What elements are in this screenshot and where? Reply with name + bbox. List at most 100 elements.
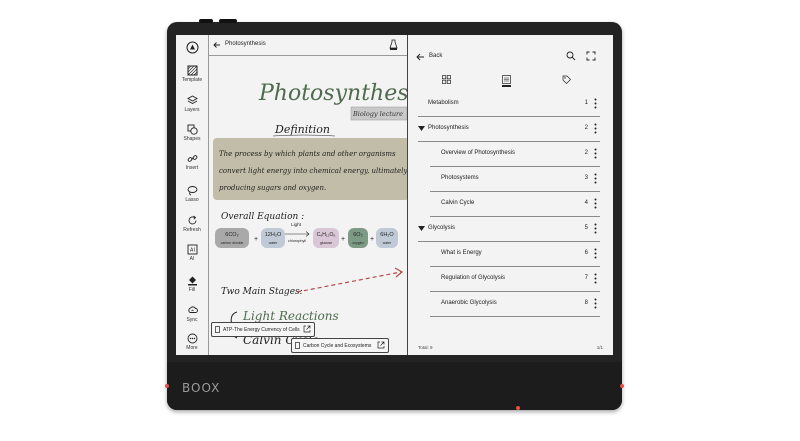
tool-label: Template (181, 77, 203, 83)
toc-item[interactable]: Calvin Cycle 4 (430, 192, 600, 217)
eq-sub: glucose (320, 241, 332, 245)
external-link-icon (303, 325, 311, 333)
brand-logo: BOOX (182, 381, 221, 395)
expand-triangle-icon[interactable] (418, 226, 425, 231)
toc-item-label: Metabolism (428, 100, 459, 106)
pen-tool-icon[interactable] (389, 39, 398, 51)
eq-sub: carbon dioxide (221, 241, 244, 245)
tool-layers[interactable]: Layers (176, 95, 208, 113)
toc-item-label: Calvin Cycle (441, 200, 475, 206)
more-vertical-icon[interactable] (594, 248, 597, 259)
lasso-icon (187, 186, 197, 196)
more-vertical-icon[interactable] (594, 173, 597, 184)
tool-lasso[interactable]: Lasso (176, 185, 208, 203)
eq-item: 12H₂O (265, 232, 282, 238)
eq-blob-h2o (261, 228, 285, 248)
eq-sub: water (269, 241, 278, 245)
back-arrow-icon[interactable] (213, 41, 221, 49)
toc-item[interactable]: Photosynthesis 2 (418, 117, 600, 142)
tool-label: Insert (185, 165, 199, 171)
eq-blob-glucose (313, 228, 339, 248)
indicator-light (620, 384, 624, 388)
tool-shapes[interactable]: Shapes (176, 124, 208, 142)
more-vertical-icon[interactable] (594, 148, 597, 159)
device-chin: BOOX (167, 362, 622, 410)
screen: Template Layers Shapes Insert Lasso Refr… (176, 35, 613, 355)
hw-stages-label: Two Main Stages: (221, 287, 303, 297)
eq-item: 6O₂ (353, 232, 362, 238)
tool-template[interactable]: Template (176, 65, 208, 83)
toc-item[interactable]: Metabolism 1 (418, 92, 600, 117)
handwriting-canvas[interactable]: Photosynthesis Biology lecture Definitio… (209, 56, 407, 355)
link-card[interactable]: Carbon Cycle and Ecosystems (291, 338, 389, 353)
toc-item-page: 8 (584, 300, 588, 306)
toc-item[interactable]: Overview of Photosynthesis 2 (430, 142, 600, 167)
toc-item[interactable]: What is Energy 6 (430, 242, 600, 267)
eq-sub: oxygen (352, 241, 363, 245)
tool-fill[interactable]: Fill (176, 275, 208, 293)
toc-item[interactable]: Photosystems 3 (430, 167, 600, 192)
volume-button[interactable] (219, 19, 237, 23)
tag-view-icon[interactable] (562, 75, 571, 84)
tool-label: Shapes (183, 136, 201, 142)
more-vertical-icon[interactable] (594, 198, 597, 209)
fullscreen-icon[interactable] (586, 51, 596, 61)
more-vertical-icon[interactable] (594, 273, 597, 284)
hw-heading: Photosynthesis (258, 81, 407, 106)
more-vertical-icon[interactable] (594, 98, 597, 109)
active-tab-indicator (502, 85, 511, 87)
shapes-icon (187, 124, 198, 135)
more-vertical-icon[interactable] (594, 223, 597, 234)
tool-ai[interactable]: AI AI (176, 244, 208, 262)
tool-sync[interactable]: Sync (176, 305, 208, 323)
toc-item-page: 5 (584, 225, 588, 231)
tool-refresh[interactable]: Refresh (176, 215, 208, 233)
fill-icon (187, 276, 197, 286)
eq-item: 6CO₂ (225, 232, 238, 238)
note-title: Photosynthesis (225, 41, 266, 47)
note-page[interactable]: Photosynthesis Photosynthesis Biology le… (209, 35, 407, 355)
more-vertical-icon[interactable] (594, 298, 597, 309)
ai-icon: AI (187, 244, 197, 255)
eq-arrow (285, 231, 310, 237)
sync-icon (187, 306, 198, 313)
app-logo-icon (186, 41, 198, 54)
document-icon (295, 342, 300, 349)
svg-text:AI: AI (190, 248, 195, 254)
tool-more[interactable]: More (176, 333, 208, 351)
app-logo-button[interactable] (176, 41, 208, 54)
expand-triangle-icon[interactable] (418, 126, 425, 131)
toc-item[interactable]: Glycolysis 5 (418, 217, 600, 242)
eq-blob-o2 (348, 228, 368, 248)
list-view-icon[interactable] (502, 75, 511, 84)
grid-view-icon[interactable] (442, 75, 451, 84)
external-link-icon (377, 341, 385, 349)
more-icon (187, 333, 197, 344)
power-button[interactable] (199, 19, 213, 23)
toc-pane: Back Metabolism 1 Photosynthesis 2 Overv… (408, 35, 613, 355)
hw-def-line: The process by which plants and other or… (219, 150, 396, 158)
toc-page-indicator: 1/1 (596, 345, 603, 350)
tool-insert[interactable]: Insert (176, 153, 208, 171)
insert-link-icon (187, 155, 197, 162)
search-icon[interactable] (566, 51, 576, 61)
toc-item-page: 4 (584, 200, 588, 206)
eq-item: 6H₂O (380, 232, 394, 238)
eq-blob-water (376, 228, 398, 248)
toc-item[interactable]: Regulation of Glycolysis 7 (430, 267, 600, 292)
hw-def-line: convert light energy into chemical energ… (219, 167, 407, 175)
hw-equation-label: Overall Equation : (221, 212, 304, 222)
template-icon (187, 65, 197, 76)
toc-item[interactable]: Anaerobic Glycolysis 8 (430, 292, 600, 317)
toc-total: Total: 9 (418, 345, 433, 350)
toc-item-page: 6 (584, 250, 588, 256)
back-button[interactable]: Back (429, 53, 442, 59)
toc-total-value: 9 (430, 345, 433, 350)
toc-total-label: Total: (418, 345, 429, 350)
more-vertical-icon[interactable] (594, 123, 597, 134)
hw-definition-heading: Definition (274, 123, 330, 136)
toc-item-page: 2 (584, 125, 588, 131)
back-arrow-icon[interactable] (416, 53, 425, 61)
link-card[interactable]: ATP-The Energy Currency of Cells (211, 322, 315, 337)
toc-item-label: Glycolysis (428, 225, 456, 231)
